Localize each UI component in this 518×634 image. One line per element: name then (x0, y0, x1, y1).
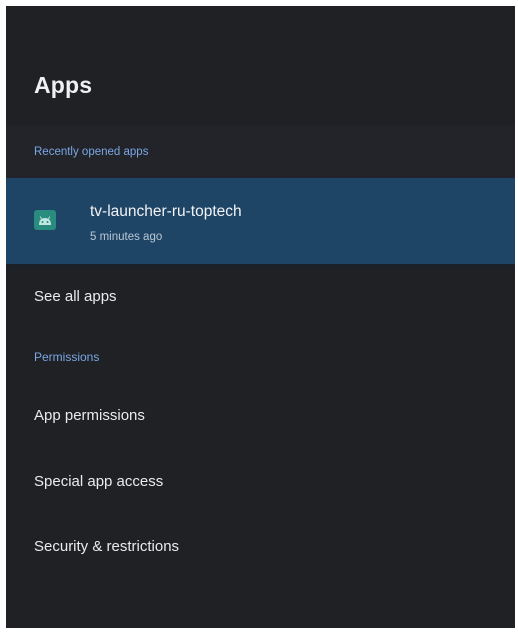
permissions-section-header: Permissions (34, 350, 100, 364)
page-title: Apps (34, 72, 93, 98)
see-all-apps-item[interactable]: See all apps (34, 288, 117, 305)
android-icon (34, 210, 56, 230)
recent-app-item[interactable]: tv-launcher-ru-toptech 5 minutes ago (6, 178, 515, 264)
divider (6, 264, 515, 270)
app-last-opened-time: 5 minutes ago (90, 231, 163, 243)
recent-apps-section-header: Recently opened apps (6, 126, 515, 178)
settings-panel: Apps Recently opened apps tv-launcher-ru… (6, 6, 515, 628)
special-app-access-item[interactable]: Special app access (34, 473, 163, 490)
security-restrictions-item[interactable]: Security & restrictions (34, 538, 179, 555)
app-permissions-item[interactable]: App permissions (34, 407, 145, 424)
app-name: tv-launcher-ru-toptech (90, 203, 242, 220)
